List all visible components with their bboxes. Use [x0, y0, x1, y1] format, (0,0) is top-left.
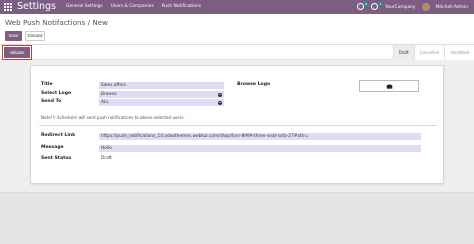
- select-logo-dropdown[interactable]: Browse: [99, 91, 224, 98]
- user-avatar[interactable]: [421, 3, 430, 11]
- sent-status-value: Draft: [101, 156, 112, 161]
- validate-button[interactable]: Validate: [2, 45, 32, 60]
- redirect-link-input[interactable]: https://push_notifications_14.odoothemes…: [99, 133, 421, 140]
- stage-cancelled[interactable]: Cancelled: [413, 45, 445, 60]
- send-to-value: ALL: [101, 100, 109, 105]
- app-title[interactable]: Settings: [17, 0, 56, 14]
- stage-pipeline: Draft Cancelled Validated: [392, 45, 474, 60]
- send-to-label: Send To: [41, 99, 62, 104]
- stage-draft[interactable]: Draft: [392, 45, 414, 60]
- chevron-down-icon: [218, 100, 222, 105]
- section-divider: [39, 125, 437, 126]
- control-panel: Web Push Notifactions / New Save Discard: [0, 14, 474, 45]
- message-input[interactable]: Hello: [99, 145, 421, 152]
- chevron-down-icon: [218, 92, 222, 97]
- activity-clock-icon[interactable]: 1: [371, 2, 383, 11]
- logo-image-icon: [386, 84, 393, 89]
- select-logo-value: Browse: [101, 92, 117, 97]
- menu-users-companies[interactable]: Users & Companies: [111, 0, 154, 14]
- chatter-area: [0, 192, 474, 244]
- title-label: Title: [41, 82, 53, 87]
- breadcrumb: Web Push Notifactions / New: [5, 18, 108, 27]
- browse-logo-upload[interactable]: [359, 80, 419, 92]
- select-logo-label: Select Logo: [41, 91, 72, 96]
- save-button[interactable]: Save: [5, 31, 22, 41]
- form-sheet: Title Sales offers Select Logo Browse Se…: [30, 65, 444, 184]
- stage-validated[interactable]: Validated: [444, 45, 474, 60]
- top-menu: General Settings Users & Companies Push …: [66, 0, 201, 14]
- apps-grid-icon[interactable]: [4, 3, 12, 11]
- sent-status-label: Sent Status: [41, 156, 72, 161]
- activity-count-badge: 1: [378, 2, 383, 6]
- discard-button[interactable]: Discard: [25, 31, 45, 41]
- menu-general-settings[interactable]: General Settings: [66, 0, 103, 14]
- user-menu[interactable]: Mitchell Admin: [436, 5, 468, 10]
- chat-icon[interactable]: 6: [357, 2, 369, 11]
- send-to-dropdown[interactable]: ALL: [99, 99, 224, 106]
- company-switcher[interactable]: YourCompany: [385, 5, 415, 10]
- message-label: Message: [41, 145, 64, 150]
- title-input[interactable]: Sales offers: [99, 82, 224, 89]
- redirect-link-label: Redirect Link: [41, 133, 76, 138]
- menu-push-notifications[interactable]: Push Notifications: [162, 0, 201, 14]
- top-navbar: Settings General Settings Users & Compan…: [0, 0, 474, 14]
- browse-logo-label: Browse Logo: [237, 82, 271, 87]
- scheduler-note: Note!!! Scheduler will sent push notific…: [41, 115, 185, 120]
- form-statusbar: Validate Draft Cancelled Validated: [0, 45, 474, 60]
- chat-count-badge: 6: [364, 2, 369, 6]
- navbar-systray: 6 1 YourCompany Mitchell Admin: [357, 0, 468, 14]
